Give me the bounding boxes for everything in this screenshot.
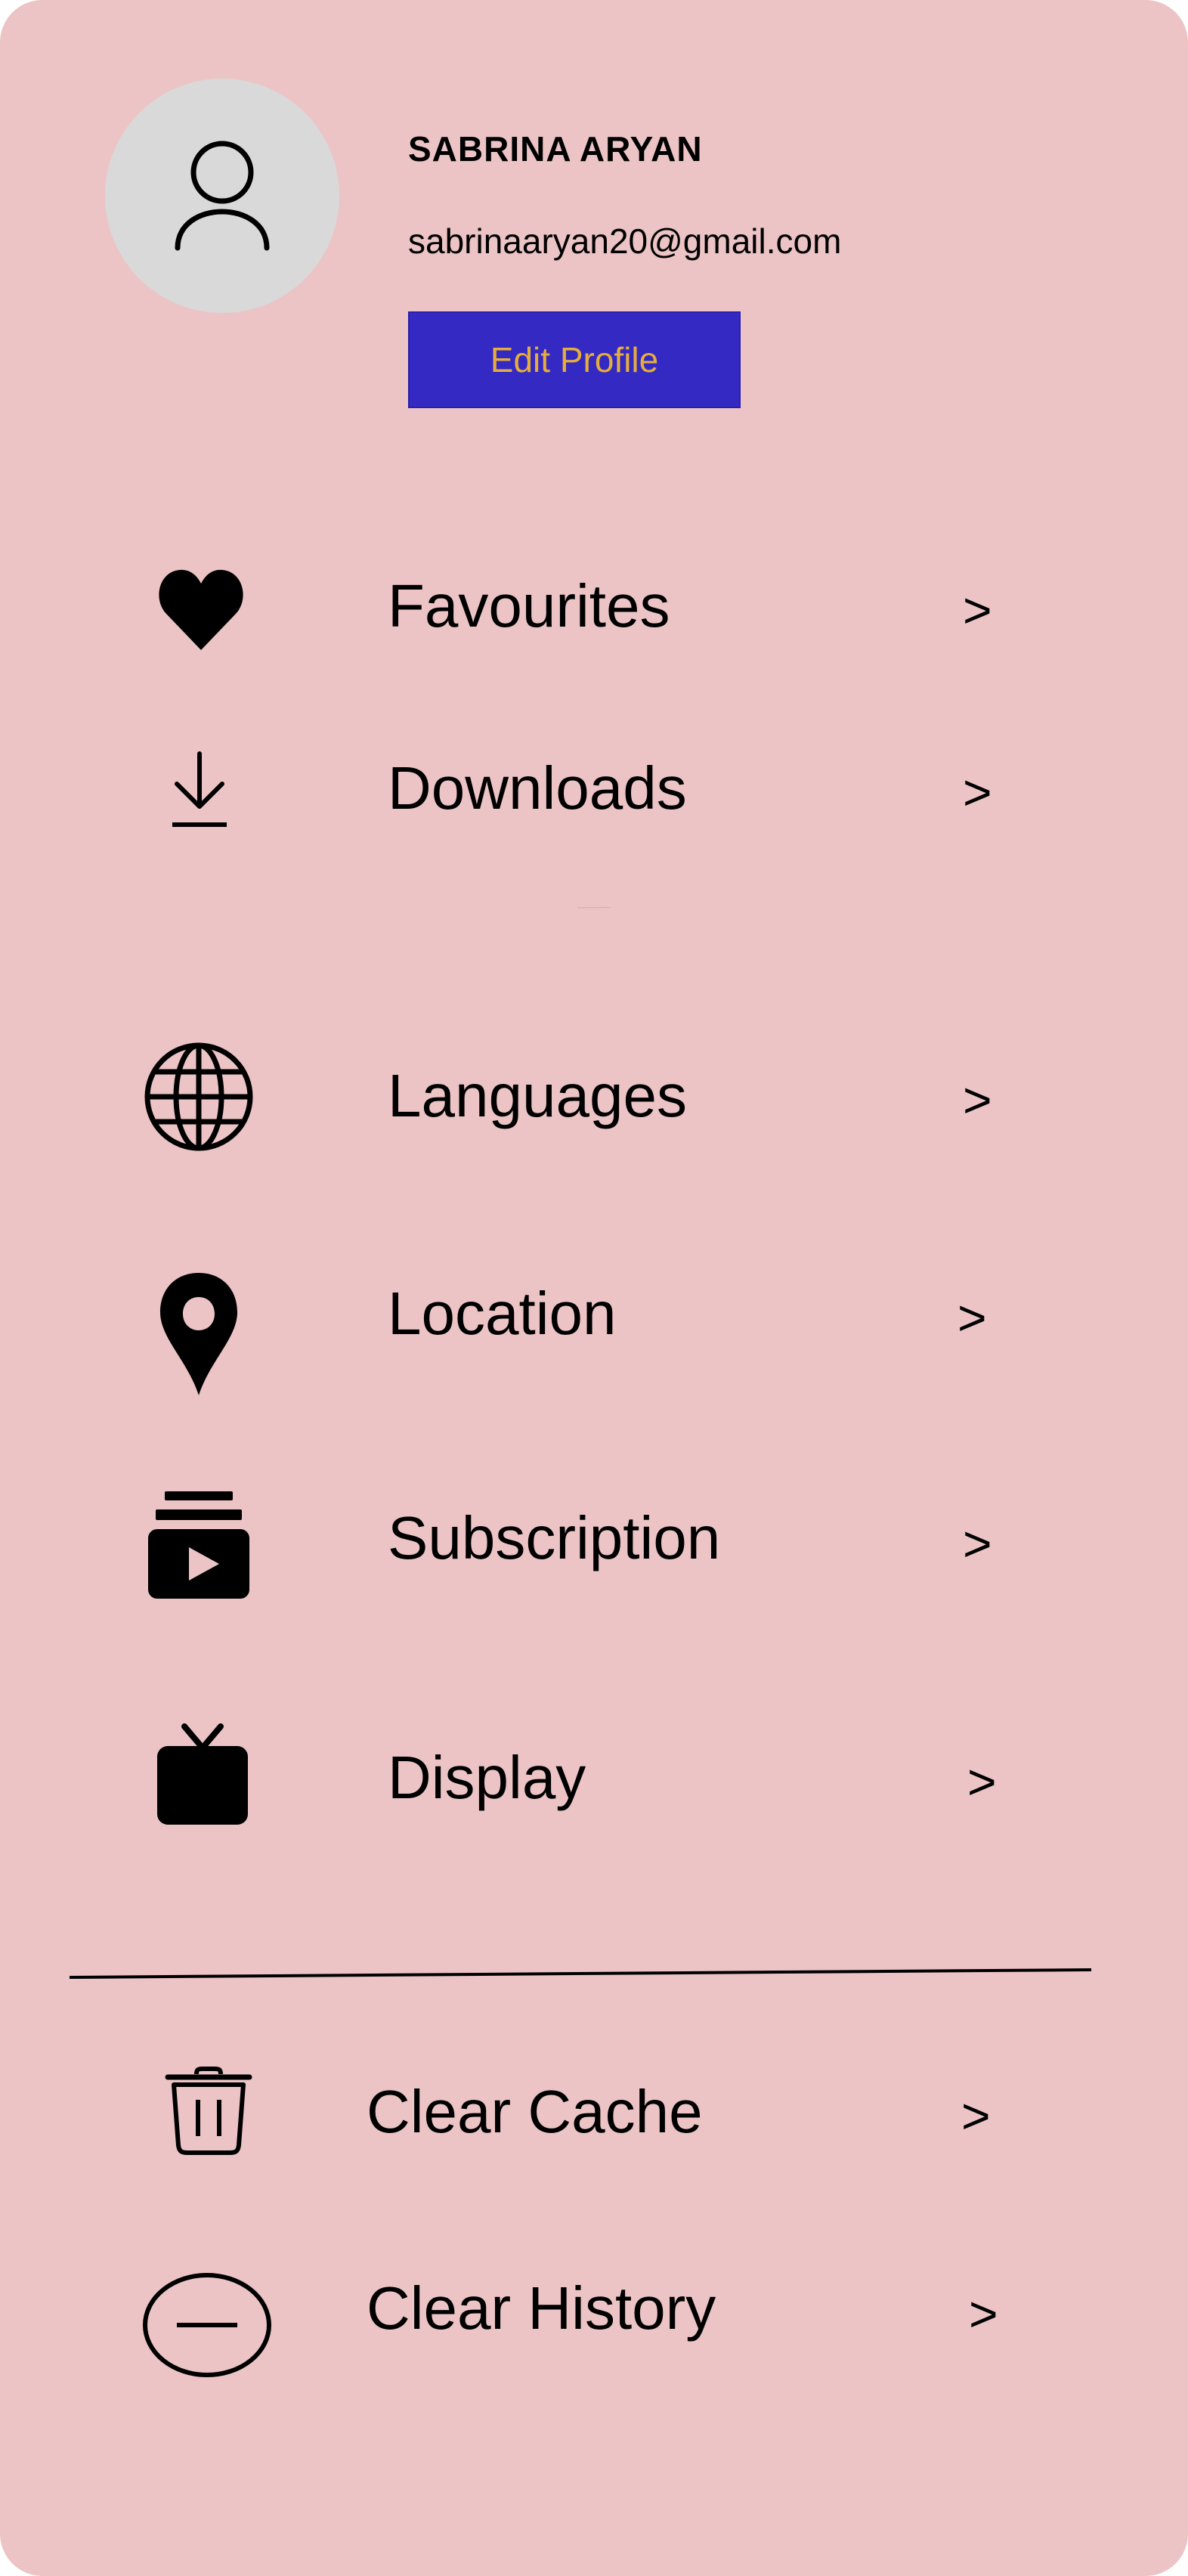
menu-item-label: Clear Cache xyxy=(367,2078,703,2145)
user-email: sabrinaaryan20@gmail.com xyxy=(408,221,842,261)
menu-item-label: Favourites xyxy=(388,572,670,639)
section-divider xyxy=(577,907,611,909)
subscription-icon xyxy=(148,1491,249,1599)
tv-icon xyxy=(157,1723,248,1825)
edit-profile-button[interactable]: Edit Profile xyxy=(408,311,741,408)
menu-item-subscription[interactable]: Subscription > xyxy=(0,1485,1188,1606)
menu-item-languages[interactable]: Languages > xyxy=(0,1036,1188,1156)
section-divider xyxy=(69,1968,1092,1979)
chevron-right-icon: > xyxy=(967,1754,997,1810)
user-name: SABRINA ARYAN xyxy=(408,129,703,169)
trash-icon xyxy=(165,2067,252,2155)
chevron-right-icon: > xyxy=(969,2286,998,2342)
menu-item-label: Downloads xyxy=(388,754,687,822)
menu-item-downloads[interactable]: Downloads > xyxy=(0,737,1188,843)
menu-item-label: Clear History xyxy=(367,2274,716,2342)
user-icon xyxy=(175,141,270,251)
menu-item-label: Display xyxy=(388,1744,586,1811)
chevron-right-icon: > xyxy=(963,764,992,820)
location-pin-icon xyxy=(160,1273,237,1395)
chevron-right-icon: > xyxy=(963,1072,992,1128)
menu-item-location[interactable]: Location > xyxy=(0,1262,1188,1398)
globe-icon xyxy=(144,1042,253,1151)
avatar[interactable] xyxy=(105,79,339,313)
minus-circle-icon xyxy=(143,2273,271,2377)
chevron-right-icon: > xyxy=(961,2088,991,2144)
menu-item-label: Location xyxy=(388,1280,617,1347)
menu-item-display[interactable]: Display > xyxy=(0,1716,1188,1837)
menu-item-favourites[interactable]: Favourites > xyxy=(0,552,1188,665)
menu-item-label: Subscription xyxy=(388,1504,721,1571)
menu-item-label: Languages xyxy=(388,1062,687,1129)
menu-item-clear-history[interactable]: Clear History > xyxy=(0,2260,1188,2381)
profile-menu-screen: SABRINA ARYAN sabrinaaryan20@gmail.com E… xyxy=(0,0,1188,2576)
chevron-right-icon: > xyxy=(963,582,992,638)
menu-item-clear-cache[interactable]: Clear Cache > xyxy=(0,2056,1188,2169)
download-icon xyxy=(172,751,227,827)
heart-icon xyxy=(159,569,243,650)
chevron-right-icon: > xyxy=(963,1516,992,1571)
chevron-right-icon: > xyxy=(958,1290,987,1345)
